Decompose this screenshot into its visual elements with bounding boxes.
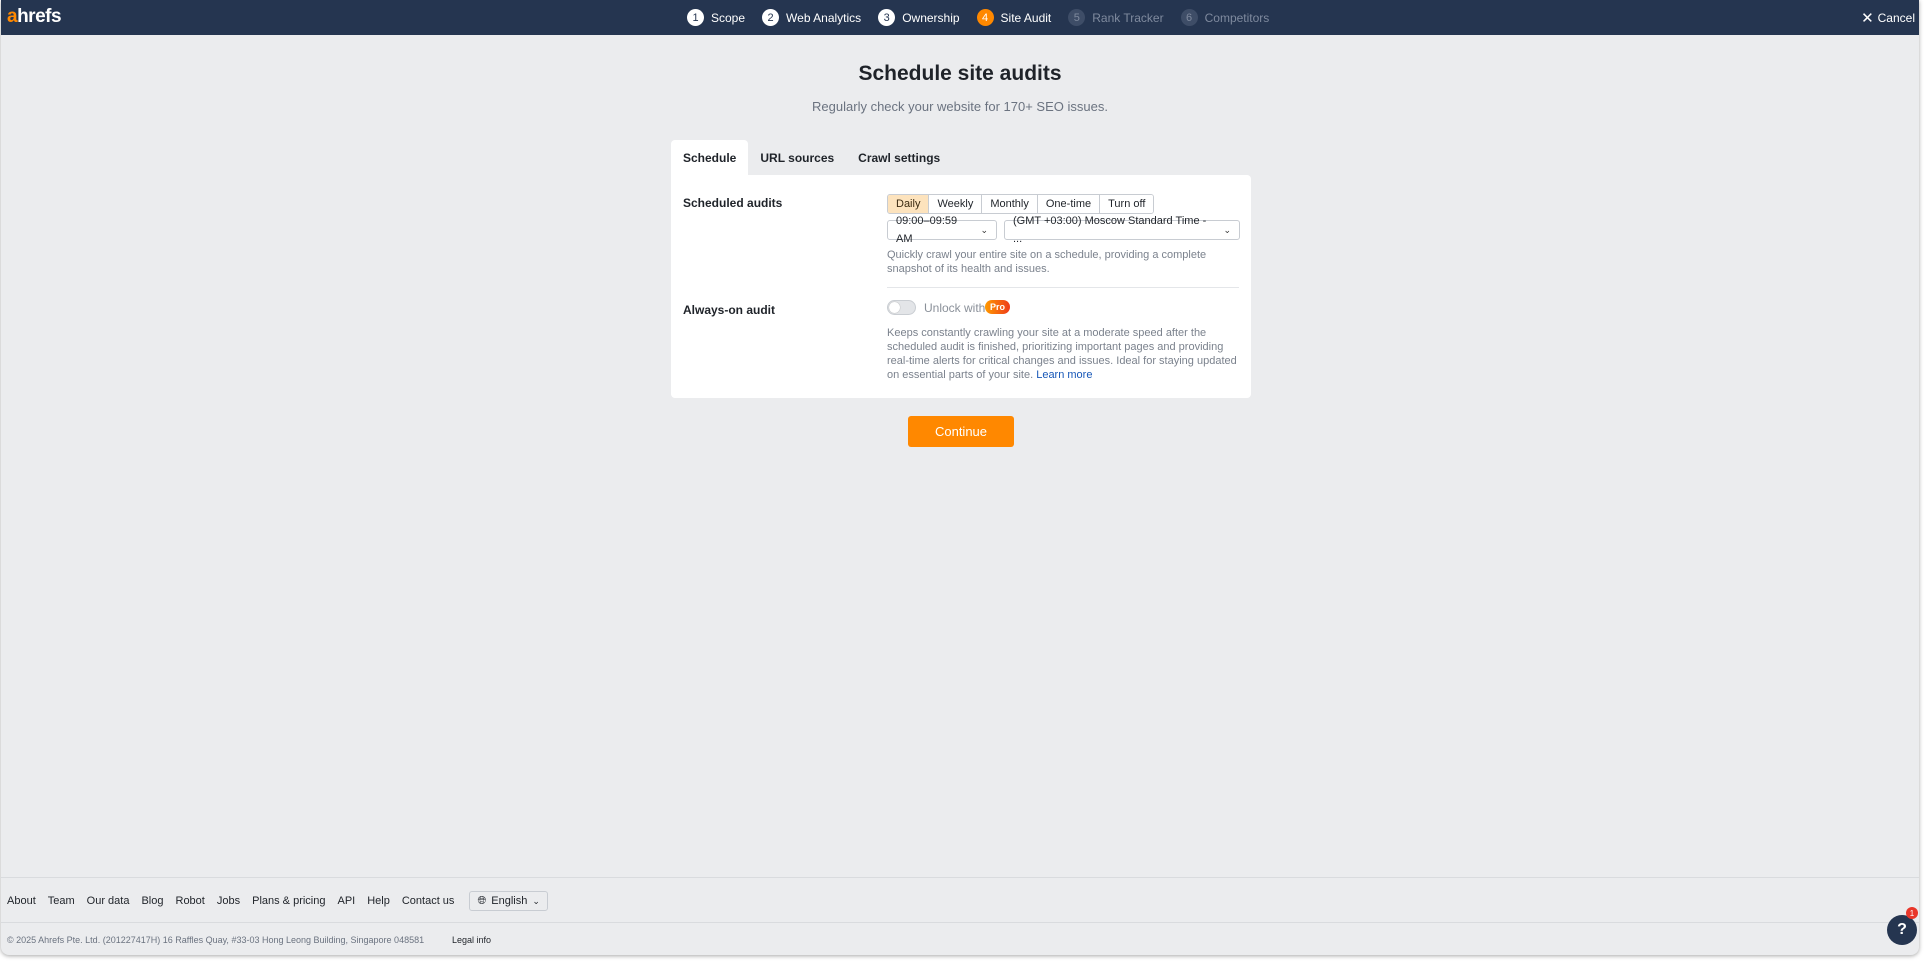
page-title: Schedule site audits <box>858 62 1062 85</box>
top-bar: ahrefs 1 Scope 2 Web Analytics 3 Ownersh… <box>1 0 1919 35</box>
step-label: Ownership <box>902 10 960 25</box>
footer-divider <box>1 922 1919 923</box>
cancel-label: Cancel <box>1877 10 1915 25</box>
time-range-select[interactable]: 09:00–09:59 AM ⌄ <box>887 215 997 245</box>
footer-link-jobs[interactable]: Jobs <box>217 895 240 907</box>
page-subtitle: Regularly check your website for 170+ SE… <box>812 99 1108 114</box>
footer-divider <box>1 877 1919 878</box>
always-on-description: Keeps constantly crawling your site at a… <box>887 326 1239 382</box>
footer-link-plans-pricing[interactable]: Plans & pricing <box>252 895 325 907</box>
copyright-text: © 2025 Ahrefs Pte. Ltd. (201227417H) 16 … <box>7 935 425 945</box>
step-label: Site Audit <box>1000 10 1052 25</box>
footer-link-contact-us[interactable]: Contact us <box>402 895 455 907</box>
pro-badge[interactable]: Pro <box>985 300 1011 314</box>
globe-icon: 🌐︎ <box>477 894 487 907</box>
footer-link-our-data[interactable]: Our data <box>87 895 130 907</box>
continue-button[interactable]: Continue <box>908 416 1014 447</box>
cancel-button[interactable]: ✕ Cancel <box>1861 0 1915 35</box>
language-value: English <box>491 895 528 907</box>
unlock-text: Unlock with <box>924 301 986 315</box>
step-label: Competitors <box>1204 10 1270 25</box>
app-window: ahrefs 1 Scope 2 Web Analytics 3 Ownersh… <box>1 0 1919 955</box>
tab-crawl-settings[interactable]: Crawl settings <box>846 140 952 175</box>
frequency-monthly-button[interactable]: Monthly <box>981 195 1037 213</box>
schedule-card: Scheduled audits Daily Weekly Monthly On… <box>671 175 1251 398</box>
wizard-steps: 1 Scope 2 Web Analytics 3 Ownership 4 Si… <box>687 0 1286 35</box>
learn-more-link[interactable]: Learn more <box>1036 369 1092 381</box>
footer-link-team[interactable]: Team <box>48 895 75 907</box>
footer-links: About Team Our data Blog Robot Jobs Plan… <box>7 891 548 911</box>
frequency-segmented-control: Daily Weekly Monthly One-time Turn off <box>887 194 1155 214</box>
step-number: 5 <box>1068 9 1086 26</box>
footer-link-help[interactable]: Help <box>367 895 390 907</box>
always-on-audit-label: Always-on audit <box>683 303 776 317</box>
scheduled-audits-description: Quickly crawl your entire site on a sche… <box>887 249 1207 275</box>
frequency-weekly-button[interactable]: Weekly <box>928 195 982 213</box>
toggle-knob <box>889 302 900 313</box>
step-number: 3 <box>878 9 896 26</box>
timezone-select[interactable]: (GMT +03:00) Moscow Standard Time - ... … <box>1004 215 1240 245</box>
step-competitors: 6 Competitors <box>1180 9 1270 26</box>
ahrefs-logo[interactable]: ahrefs <box>7 6 62 28</box>
step-number: 4 <box>976 9 994 26</box>
legal-info-link[interactable]: Legal info <box>452 935 491 945</box>
step-site-audit[interactable]: 4 Site Audit <box>976 9 1052 26</box>
frequency-daily-button[interactable]: Daily <box>888 195 929 213</box>
footer-link-robot[interactable]: Robot <box>176 895 205 907</box>
step-number: 6 <box>1180 9 1198 26</box>
step-ownership[interactable]: 3 Ownership <box>878 9 960 26</box>
notification-badge: 1 <box>1906 907 1918 919</box>
settings-tabs: Schedule URL sources Crawl settings <box>671 140 952 175</box>
footer-link-about[interactable]: About <box>7 895 36 907</box>
logo-text: hrefs <box>17 6 62 27</box>
language-select[interactable]: 🌐︎ English ⌄ <box>469 891 548 911</box>
close-icon: ✕ <box>1861 9 1874 27</box>
chevron-down-icon: ⌄ <box>1223 225 1231 235</box>
always-on-toggle[interactable] <box>887 300 916 315</box>
chevron-down-icon: ⌄ <box>980 225 988 235</box>
chevron-down-icon: ⌄ <box>532 895 540 906</box>
frequency-turn-off-button[interactable]: Turn off <box>1099 195 1154 213</box>
scheduled-audits-label: Scheduled audits <box>683 196 783 210</box>
logo-accent: a <box>7 6 18 27</box>
step-scope[interactable]: 1 Scope <box>687 9 745 26</box>
footer-link-api[interactable]: API <box>337 895 355 907</box>
step-rank-tracker: 5 Rank Tracker <box>1068 9 1164 26</box>
step-web-analytics[interactable]: 2 Web Analytics <box>762 9 861 26</box>
step-number: 2 <box>762 9 780 26</box>
divider <box>887 287 1239 288</box>
help-button[interactable]: ? <box>1887 915 1917 945</box>
step-label: Rank Tracker <box>1092 10 1164 25</box>
frequency-one-time-button[interactable]: One-time <box>1036 195 1100 213</box>
timezone-value: (GMT +03:00) Moscow Standard Time - ... <box>1013 215 1207 245</box>
step-label: Scope <box>711 10 746 25</box>
step-label: Web Analytics <box>786 10 862 25</box>
tab-schedule[interactable]: Schedule <box>671 140 749 175</box>
time-range-value: 09:00–09:59 AM <box>896 215 958 245</box>
footer-link-blog[interactable]: Blog <box>141 895 163 907</box>
step-number: 1 <box>687 9 704 26</box>
tab-url-sources[interactable]: URL sources <box>748 140 846 175</box>
